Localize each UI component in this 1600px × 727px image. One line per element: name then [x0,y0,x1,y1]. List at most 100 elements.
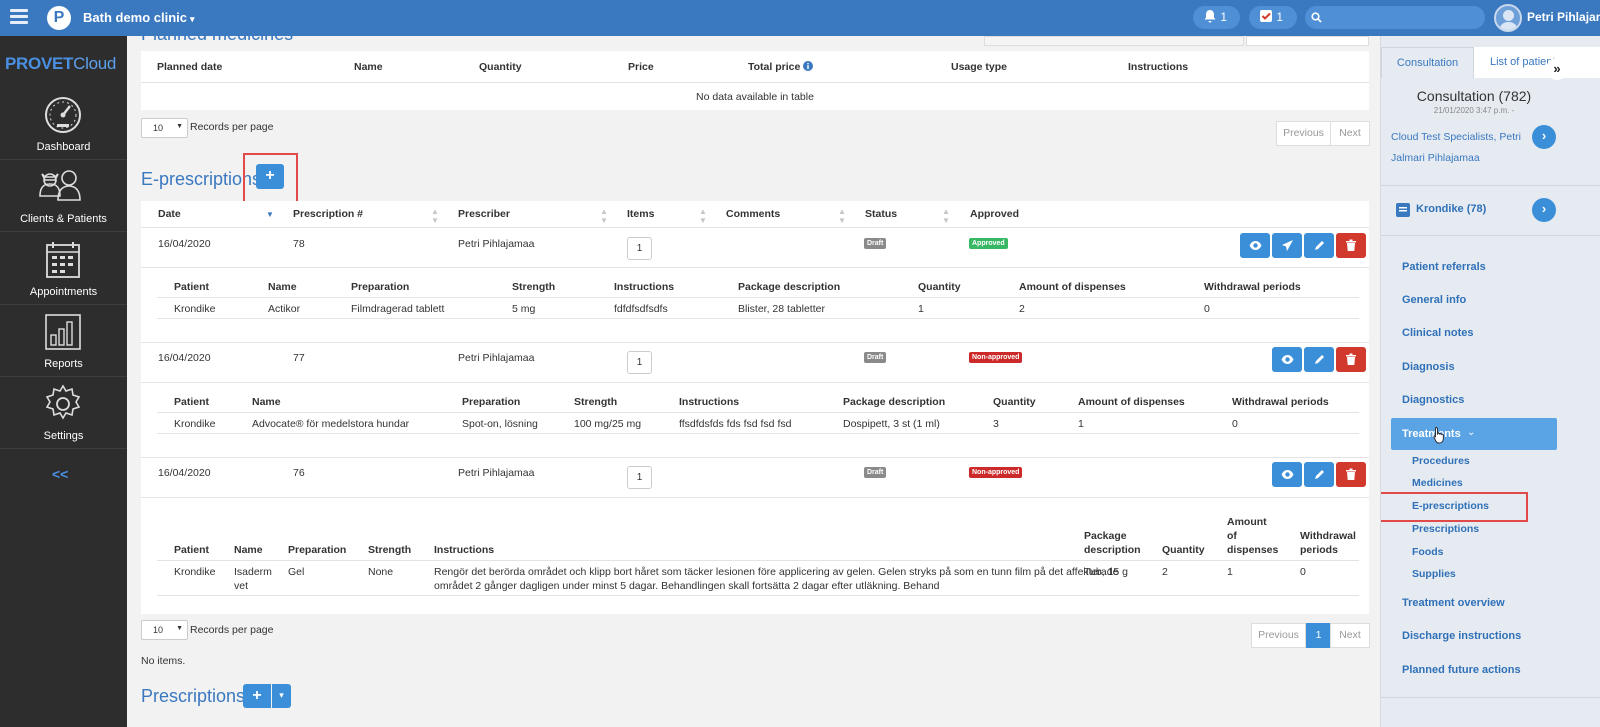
column-header[interactable]: Name [354,61,383,73]
clinic-selector[interactable]: Bath demo clinic ▾ [83,10,195,25]
records-per-page-select[interactable]: 10 ▼ [141,118,188,138]
open-consultation-button[interactable]: › [1532,125,1556,149]
nav-appointments[interactable]: Appointments [0,233,127,305]
sort-icon[interactable]: ▲ ▼ [431,207,439,225]
detail-cell: området 2 gånger dagligen under minst 5 … [434,580,940,592]
user-name[interactable]: Petri Pihlajamaa [1527,10,1600,24]
add-prescription-button[interactable]: + [243,684,271,708]
column-header-date[interactable]: Date [158,208,181,220]
user-avatar[interactable] [1494,4,1522,32]
nav-dashboard[interactable]: Dashboard [0,88,127,160]
filter-input[interactable] [1246,36,1369,46]
expand-panel-button[interactable]: » [1546,58,1568,80]
items-count[interactable]: 1 [627,466,652,489]
submenu-supplies[interactable]: Supplies [1412,568,1456,580]
view-button[interactable] [1272,347,1302,372]
column-header-items[interactable]: Items [627,208,654,220]
view-button[interactable] [1240,233,1270,258]
send-button[interactable] [1272,233,1302,258]
items-count[interactable]: 1 [627,351,652,374]
page-1-button[interactable]: 1 [1306,623,1331,648]
column-header[interactable]: Usage type [951,61,1007,73]
items-count[interactable]: 1 [627,237,652,260]
column-header[interactable]: Total price [748,61,814,73]
edit-button[interactable] [1304,347,1334,372]
column-header-approved[interactable]: Approved [970,208,1019,220]
detail-cell: 1 [1227,566,1233,578]
pencil-icon [1314,355,1324,364]
sort-icon[interactable]: ▲ ▼ [600,207,608,225]
calendar-icon [46,242,80,278]
column-header-status[interactable]: Status [865,208,897,220]
sort-icon[interactable]: ▲ ▼ [838,207,846,225]
bar-chart-icon [45,314,81,350]
sort-desc-icon[interactable]: ▼ [266,210,274,219]
nav-reports[interactable]: Reports [0,305,127,377]
view-button[interactable] [1272,462,1302,487]
column-header-comments[interactable]: Comments [726,208,780,220]
menu-diagnostics[interactable]: Diagnostics [1402,394,1464,406]
pencil-icon [1314,241,1324,250]
next-page-button[interactable]: Next [1330,121,1370,146]
records-per-page-select[interactable]: 10 ▼ [141,620,188,640]
eprescriptions-table: Date ▼ Prescription # ▲ ▼ Prescriber ▲ ▼ I… [141,201,1369,614]
records-per-page-label: Records per page [190,624,274,636]
previous-page-button[interactable]: Previous [1251,623,1306,648]
column-header[interactable]: Instructions [1128,61,1188,73]
prescription-number: 78 [293,238,305,250]
submenu-foods[interactable]: Foods [1412,546,1444,558]
menu-treatment-overview[interactable]: Treatment overview [1402,597,1505,609]
tab-consultation[interactable]: Consultation [1381,47,1474,78]
delete-button[interactable] [1336,462,1366,487]
collapse-sidebar-button[interactable]: << [52,466,68,482]
detail-cell: Dospipett, 3 st (1 ml) [843,418,940,430]
sort-icon[interactable]: ▲ ▼ [699,207,707,225]
submenu-medicines[interactable]: Medicines [1412,477,1463,489]
delete-button[interactable] [1336,233,1366,258]
detail-header: periods [1300,544,1338,556]
add-prescription-dropdown[interactable]: ▾ [272,684,291,708]
menu-treatments[interactable]: Treatments ⌄ [1391,418,1557,450]
sort-icon[interactable]: ▲ ▼ [942,207,950,225]
delete-button[interactable] [1336,347,1366,372]
submenu-procedures[interactable]: Procedures [1412,455,1470,467]
menu-patient-referrals[interactable]: Patient referrals [1402,261,1486,273]
detail-header: Strength [512,281,556,293]
menu-planned-future-actions[interactable]: Planned future actions [1402,664,1521,676]
column-header-prescriber[interactable]: Prescriber [458,208,510,220]
nav-settings[interactable]: Settings [0,377,127,449]
search-icon [1311,12,1322,23]
detail-header: Strength [368,544,412,556]
nav-clients-patients[interactable]: Clients & Patients [0,160,127,232]
hamburger-menu-icon[interactable] [10,9,28,25]
submenu-prescriptions[interactable]: Prescriptions [1412,523,1479,535]
prescription-date: 16/04/2020 [158,467,211,479]
column-header[interactable]: Quantity [479,61,522,73]
status-badge: Draft [864,467,887,478]
edit-button[interactable] [1304,462,1334,487]
detail-header: Package description [843,396,946,408]
planned-medicines-table: Planned date Name Quantity Price Total p… [141,51,1369,110]
menu-diagnosis[interactable]: Diagnosis [1402,361,1455,373]
tab-list-of-patients[interactable]: List of patients [1474,47,1600,78]
column-header[interactable]: Planned date [157,61,222,73]
menu-general-info[interactable]: General info [1402,294,1466,306]
menu-clinical-notes[interactable]: Clinical notes [1402,327,1474,339]
open-patient-button[interactable]: › [1532,198,1556,222]
menu-discharge-instructions[interactable]: Discharge instructions [1402,630,1521,642]
notifications-button[interactable]: 1 [1193,6,1240,29]
date-filter-buttons[interactable] [984,36,1244,46]
previous-page-button[interactable]: Previous [1276,121,1331,146]
tasks-button[interactable]: 1 [1249,6,1297,29]
column-header-number[interactable]: Prescription # [293,208,363,220]
top-bar: P Bath demo clinic▾ 1 1 Petri Pihlajamaa [0,0,1600,36]
prescription-details-78: Patient Name Preparation Strength Instru… [157,275,1359,319]
vet-link[interactable]: Cloud Test Specialists, Petri Jalmari Pih… [1391,127,1521,169]
provet-cloud-logo[interactable]: PROVETCloud [5,54,116,74]
search-input[interactable] [1305,6,1485,29]
column-header[interactable]: Price [628,61,654,73]
edit-button[interactable] [1304,233,1334,258]
provet-logo-icon[interactable]: P [47,6,71,30]
highlight-add-button [243,153,298,203]
next-page-button[interactable]: Next [1330,623,1370,648]
